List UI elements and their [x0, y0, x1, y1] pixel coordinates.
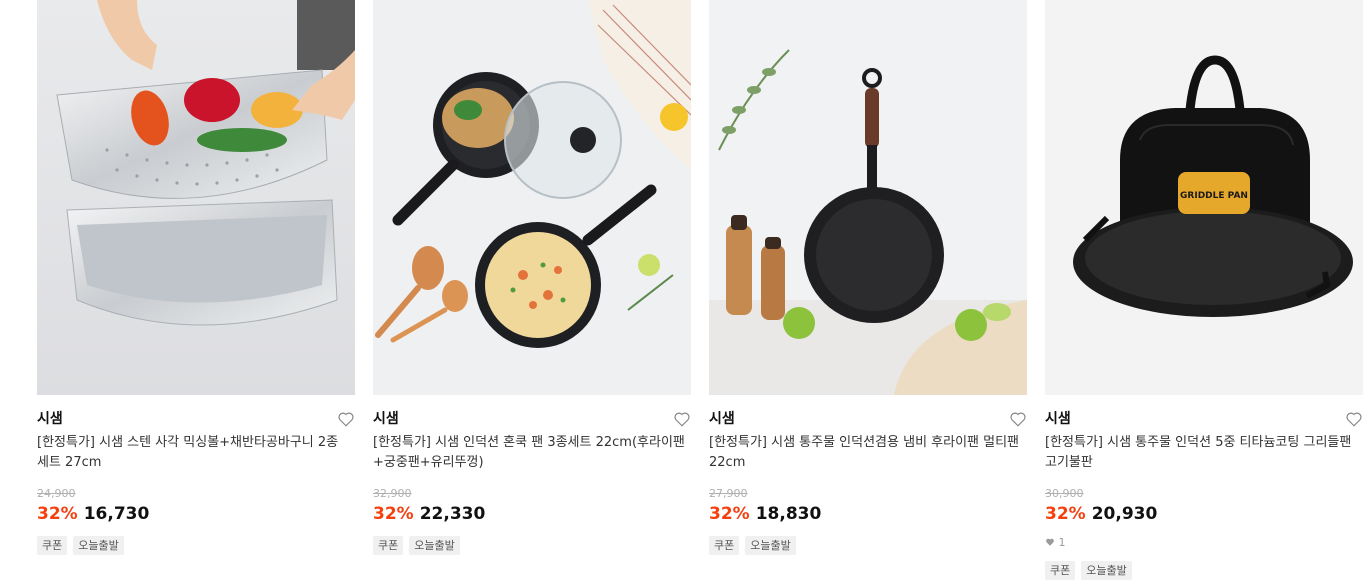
- coupon-tag: 쿠폰: [373, 536, 404, 555]
- cast-iron-pan-image: [709, 0, 1027, 395]
- tag-list: 쿠폰 오늘출발: [1045, 559, 1363, 580]
- product-card[interactable]: GRIDDLE PAN 시샘 [한정특가] 시샘 통주물 인덕션 5중 티타늄코…: [1045, 0, 1363, 580]
- product-name[interactable]: [한정특가] 시샘 통주물 인덕션겸용 냄비 후라이팬 멀티팬 22cm: [709, 433, 1027, 473]
- discount-rate: 32%: [1045, 504, 1086, 524]
- sale-price: 20,930: [1091, 504, 1158, 524]
- pan-set-image: [373, 0, 691, 395]
- product-brand: 시샘: [37, 411, 63, 427]
- mixing-bowl-image: [37, 0, 355, 395]
- product-card[interactable]: 시샘 [한정특가] 시샘 통주물 인덕션겸용 냄비 후라이팬 멀티팬 22cm …: [709, 0, 1027, 555]
- product-brand: 시샘: [1045, 411, 1071, 427]
- price-row: 32% 16,730: [37, 503, 355, 525]
- like-count-value: 1: [1058, 536, 1066, 549]
- product-name[interactable]: [한정특가] 시샘 통주물 인덕션 5중 티타늄코팅 그리들팬 고기불판: [1045, 433, 1363, 473]
- sale-price: 18,830: [755, 504, 822, 524]
- discount-rate: 32%: [37, 504, 78, 524]
- product-image[interactable]: [37, 0, 355, 395]
- ships-today-tag: 오늘출발: [745, 536, 796, 555]
- product-grid: 시샘 [한정특가] 시샘 스텐 사각 믹싱볼+채반타공바구니 2종 세트 27c…: [0, 0, 1363, 580]
- like-count: 1: [1045, 536, 1363, 550]
- price-row: 32% 18,830: [709, 503, 1027, 525]
- wishlist-heart-icon[interactable]: [1009, 410, 1027, 428]
- ships-today-tag: 오늘출발: [409, 536, 460, 555]
- tag-list: 쿠폰 오늘출발: [709, 534, 1027, 555]
- original-price: 27,900: [709, 487, 748, 500]
- product-name[interactable]: [한정특가] 시샘 인덕션 혼쿡 팬 3종세트 22cm(후라이팬+궁중팬+유리…: [373, 433, 691, 473]
- product-image[interactable]: GRIDDLE PAN: [1045, 0, 1363, 395]
- product-brand: 시샘: [709, 411, 735, 427]
- ships-today-tag: 오늘출발: [1081, 561, 1132, 580]
- sale-price: 16,730: [83, 504, 150, 524]
- tag-list: 쿠폰 오늘출발: [37, 534, 355, 555]
- original-price: 24,900: [37, 487, 76, 500]
- product-image[interactable]: [709, 0, 1027, 395]
- product-brand: 시샘: [373, 411, 399, 427]
- wishlist-heart-icon[interactable]: [337, 410, 355, 428]
- product-card[interactable]: 시샘 [한정특가] 시샘 스텐 사각 믹싱볼+채반타공바구니 2종 세트 27c…: [37, 0, 355, 555]
- price-row: 32% 22,330: [373, 503, 691, 525]
- product-name[interactable]: [한정특가] 시샘 스텐 사각 믹싱볼+채반타공바구니 2종 세트 27cm: [37, 433, 355, 473]
- sale-price: 22,330: [419, 504, 486, 524]
- price-row: 32% 20,930: [1045, 503, 1363, 525]
- griddle-pan-logo-text: GRIDDLE PAN: [1180, 191, 1248, 201]
- product-card[interactable]: 시샘 [한정특가] 시샘 인덕션 혼쿡 팬 3종세트 22cm(후라이팬+궁중팬…: [373, 0, 691, 555]
- wishlist-heart-icon[interactable]: [673, 410, 691, 428]
- griddle-pan-image: GRIDDLE PAN: [1045, 0, 1363, 395]
- wishlist-heart-icon[interactable]: [1345, 410, 1363, 428]
- discount-rate: 32%: [373, 504, 414, 524]
- discount-rate: 32%: [709, 504, 750, 524]
- product-image[interactable]: [373, 0, 691, 395]
- coupon-tag: 쿠폰: [1045, 561, 1076, 580]
- heart-filled-icon: [1046, 538, 1054, 546]
- coupon-tag: 쿠폰: [709, 536, 740, 555]
- original-price: 32,900: [373, 487, 412, 500]
- tag-list: 쿠폰 오늘출발: [373, 534, 691, 555]
- coupon-tag: 쿠폰: [37, 536, 68, 555]
- original-price: 30,900: [1045, 487, 1084, 500]
- ships-today-tag: 오늘출발: [73, 536, 124, 555]
